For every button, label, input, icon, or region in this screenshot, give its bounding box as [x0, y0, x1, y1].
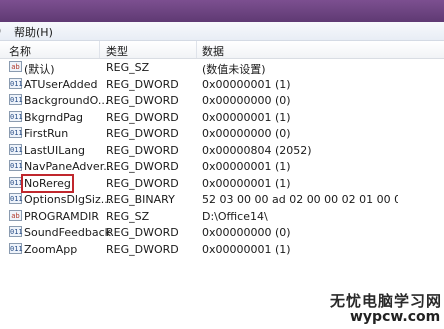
- binary-value-icon: 011: [9, 77, 23, 89]
- binary-value-icon: 011: [9, 226, 23, 238]
- column-header-name[interactable]: 名称: [9, 43, 31, 59]
- menu-bar: ) 帮助(H): [0, 22, 444, 41]
- value-type: REG_DWORD: [106, 160, 179, 174]
- binary-value-icon: 011: [9, 94, 23, 106]
- binary-value-icon: 011: [9, 160, 23, 172]
- binary-value-icon: 011: [9, 143, 23, 155]
- list-header: 名称 类型 数据: [0, 41, 444, 59]
- registry-row[interactable]: 011 ZoomApp REG_DWORD 0x00000001 (1): [0, 241, 444, 258]
- registry-row[interactable]: 011 OptionsDlgSiz... REG_BINARY 52 03 00…: [0, 191, 444, 208]
- value-data: 0x00000001 (1): [202, 110, 291, 124]
- value-name: OptionsDlgSiz...: [24, 193, 112, 207]
- menu-item-help[interactable]: 帮助(H): [14, 24, 53, 40]
- column-divider[interactable]: [99, 41, 100, 58]
- registry-row[interactable]: 011 FirstRun REG_DWORD 0x00000000 (0): [0, 125, 444, 142]
- column-header-data[interactable]: 数据: [202, 43, 224, 59]
- value-type: REG_DWORD: [106, 110, 179, 124]
- registry-row[interactable]: 011 BackgroundO... REG_DWORD 0x00000000 …: [0, 92, 444, 109]
- binary-value-icon: 011: [9, 127, 23, 139]
- value-name: ATUserAdded: [24, 77, 98, 91]
- value-data: 0x00000000 (0): [202, 127, 291, 141]
- value-name: PROGRAMDIR: [24, 209, 100, 223]
- registry-row[interactable]: 011 BkgrndPag REG_DWORD 0x00000001 (1): [0, 109, 444, 126]
- value-type: REG_DWORD: [106, 77, 179, 91]
- value-name: FirstRun: [24, 127, 69, 141]
- registry-row[interactable]: 011 NavPaneAdver... REG_DWORD 0x00000001…: [0, 158, 444, 175]
- binary-value-icon: 011: [9, 193, 23, 205]
- string-value-icon: ab: [9, 61, 22, 72]
- column-header-type[interactable]: 类型: [106, 43, 128, 59]
- value-data: 0x00000001 (1): [202, 77, 291, 91]
- column-divider[interactable]: [196, 41, 197, 58]
- value-data: 52 03 00 00 ad 02 00 00 02 01 00 00 16 0…: [202, 193, 398, 207]
- value-name: ZoomApp: [24, 243, 78, 257]
- value-name: SoundFeedback: [24, 226, 112, 240]
- registry-row[interactable]: ab (默认) REG_SZ (数值未设置): [0, 59, 444, 76]
- watermark-url: wypcw.com: [350, 309, 441, 325]
- value-data: 0x00000001 (1): [202, 243, 291, 257]
- menu-item-fragment[interactable]: ): [0, 24, 1, 37]
- value-type: REG_SZ: [106, 61, 150, 74]
- value-name: BackgroundO...: [24, 94, 109, 108]
- value-name: NavPaneAdver...: [24, 160, 114, 174]
- binary-value-icon: 011: [9, 110, 23, 122]
- value-data: 0x00000000 (0): [202, 226, 291, 240]
- binary-value-icon: 011: [9, 176, 23, 188]
- value-data: 0x00000804 (2052): [202, 143, 312, 157]
- value-type: REG_SZ: [106, 209, 150, 223]
- value-type: REG_DWORD: [106, 226, 179, 240]
- value-data: 0x00000001 (1): [202, 160, 291, 174]
- registry-row-highlighted[interactable]: 011 NoRereg REG_DWORD 0x00000001 (1): [0, 173, 444, 193]
- value-data: D:\Office14\: [202, 209, 268, 223]
- value-type: REG_DWORD: [106, 127, 179, 141]
- value-type: REG_DWORD: [106, 94, 179, 108]
- registry-row[interactable]: 011 ATUserAdded REG_DWORD 0x00000001 (1): [0, 76, 444, 93]
- value-name: LastUILang: [24, 143, 86, 157]
- value-data: 0x00000000 (0): [202, 94, 291, 108]
- value-type: REG_DWORD: [106, 243, 179, 257]
- string-value-icon: ab: [9, 209, 22, 221]
- value-type: REG_BINARY: [106, 193, 175, 207]
- watermark-title: 无忧电脑学习网: [330, 292, 443, 310]
- registry-row[interactable]: 011 SoundFeedback REG_DWORD 0x00000000 (…: [0, 224, 444, 241]
- value-name: NoRereg: [21, 173, 74, 193]
- value-type: REG_DWORD: [106, 143, 179, 157]
- window-titlebar: [0, 0, 444, 22]
- value-data: 0x00000001 (1): [202, 176, 291, 190]
- binary-value-icon: 011: [9, 243, 23, 255]
- registry-row[interactable]: 011 LastUILang REG_DWORD 0x00000804 (205…: [0, 142, 444, 159]
- registry-row[interactable]: ab PROGRAMDIR REG_SZ D:\Office14\: [0, 208, 444, 225]
- value-name: BkgrndPag: [24, 110, 84, 124]
- registry-value-list: ab (默认) REG_SZ (数值未设置) 011 ATUserAdded R…: [0, 59, 444, 258]
- value-type: REG_DWORD: [106, 176, 179, 190]
